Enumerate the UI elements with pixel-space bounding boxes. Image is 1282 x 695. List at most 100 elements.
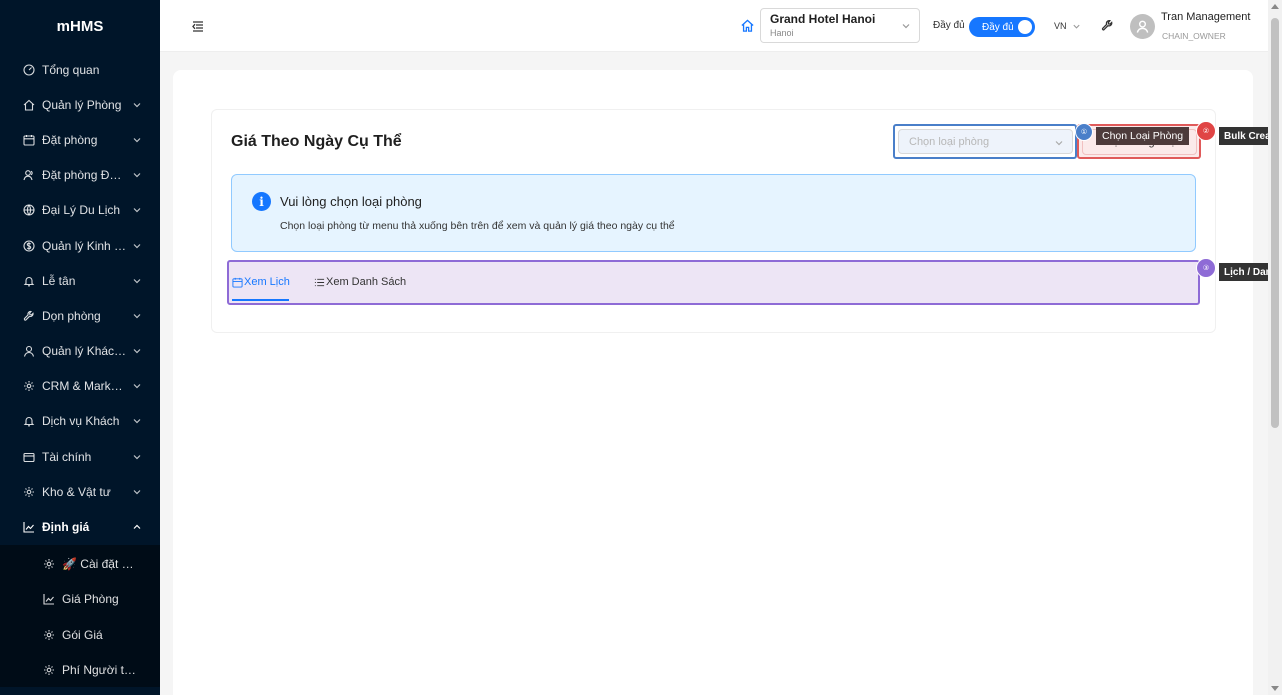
sidebar-item[interactable]: Lễ tân — [0, 263, 160, 298]
sidebar-subitem[interactable]: Gói Giá — [0, 617, 160, 652]
tab-label: Xem Lịch — [244, 276, 290, 288]
display-mode-label: Đầy đủ — [933, 20, 965, 31]
sidebar-item-label: CRM & Marketi... — [42, 379, 128, 394]
chevron-down-icon[interactable] — [1072, 22, 1081, 31]
sidebar-subitem[interactable]: Giá Phòng — [0, 582, 160, 617]
sidebar-item[interactable]: Quản lý Phòng — [0, 87, 160, 122]
sidebar-subitem-label: 🚀 Cài đặt Nh... — [62, 557, 142, 572]
tab-label: Xem Danh Sách — [326, 276, 407, 288]
calendar-icon — [22, 133, 35, 146]
top-header: Grand Hotel Hanoi Hanoi Đầy đủ Đầy đủ VN… — [160, 0, 1268, 52]
gear-icon — [42, 628, 55, 641]
tab-list-view[interactable]: Xem Danh Sách — [314, 276, 406, 288]
gear-icon — [43, 559, 54, 570]
sidebar-item-label: Tổng quan — [42, 62, 100, 77]
sidebar-subitem[interactable]: 🚀 Cài đặt Nh... — [0, 547, 160, 582]
user-avatar[interactable] — [1130, 14, 1155, 39]
chart-icon — [22, 521, 35, 534]
dollar-icon — [22, 239, 35, 252]
bell-icon — [23, 417, 34, 427]
scroll-up-arrow[interactable] — [1271, 4, 1279, 9]
sidebar-item[interactable]: Quản lý Khách ... — [0, 334, 160, 369]
user-icon — [22, 345, 35, 358]
bell-icon — [22, 274, 35, 287]
menu-collapse-icon[interactable] — [191, 19, 205, 33]
hotel-city: Hanoi — [770, 28, 794, 38]
sidebar-item-label: Tài chính — [42, 449, 92, 464]
app-logo[interactable]: mHMS — [0, 0, 160, 52]
sidebar-item-label: Lễ tân — [42, 273, 76, 288]
sidebar-item-label: Quản lý Phòng — [42, 97, 122, 112]
hotel-name: Grand Hotel Hanoi — [770, 12, 876, 26]
home-icon[interactable] — [740, 18, 755, 33]
guide-tooltip-bulk: Bulk Crea — [1219, 127, 1268, 145]
dashboard-icon — [22, 64, 35, 76]
sidebar-subitem[interactable]: Phí Người thêm — [0, 652, 160, 687]
alert-title: Vui lòng chọn loại phòng — [280, 194, 422, 209]
gear-icon — [42, 558, 55, 571]
sidebar-item-label: Đặt phòng Đoàn — [42, 168, 128, 183]
sidebar-item[interactable]: Kho & Vật tư — [0, 474, 160, 509]
sidebar-item[interactable]: CRM & Marketi... — [0, 369, 160, 404]
chart-icon — [42, 593, 55, 606]
chart-icon — [22, 522, 34, 533]
guide-badge-room[interactable]: ① — [1075, 123, 1093, 141]
gear-icon — [43, 664, 54, 675]
room-type-select[interactable]: Chọn loại phòng — [898, 129, 1073, 154]
sidebar-item[interactable]: Quản lý Kinh D... — [0, 228, 160, 263]
chevron-down-icon — [133, 384, 141, 389]
guide-tooltip-view: Lịch / Dan — [1219, 263, 1268, 281]
page-scrollbar[interactable] — [1268, 0, 1282, 695]
sidebar-item[interactable]: Đại Lý Du Lịch — [0, 193, 160, 228]
info-icon: i — [252, 192, 271, 211]
gear-icon — [22, 485, 35, 498]
gear-icon — [23, 381, 34, 392]
wallet-icon — [22, 450, 35, 463]
chevron-down-icon — [133, 349, 141, 354]
tool-icon[interactable] — [1101, 19, 1114, 32]
chevron-down-icon — [902, 24, 910, 29]
chevron-down-icon — [133, 278, 141, 284]
tab-calendar-view[interactable]: Xem Lịch — [232, 276, 290, 288]
sidebar-item[interactable]: Đặt phòng Đoàn — [0, 158, 160, 193]
active-tab-indicator — [232, 299, 289, 301]
sidebar-subitem-label: Giá Phòng — [62, 592, 119, 607]
calendar-icon — [22, 134, 35, 146]
hotel-select[interactable]: Grand Hotel Hanoi Hanoi — [760, 8, 920, 43]
user-name: Tran Management — [1161, 11, 1251, 23]
guide-tooltip-room: Chọn Loại Phòng — [1096, 127, 1190, 145]
gear-icon — [23, 486, 34, 497]
info-alert: i Vui lòng chọn loại phòng Chọn loại phò… — [231, 174, 1196, 252]
list-icon — [314, 278, 325, 286]
toggle-knob — [1018, 20, 1032, 34]
chevron-down-icon — [133, 102, 141, 108]
bell-icon — [22, 415, 35, 428]
chevron-down-icon — [133, 454, 141, 460]
chevron-down-icon — [133, 173, 141, 178]
sidebar-item-label: Dịch vụ Khách — [42, 414, 120, 429]
sidebar-item[interactable]: Tổng quan — [0, 52, 160, 87]
sidebar-item-pricing[interactable]: Định giá — [0, 509, 160, 544]
sidebar-subitem-label: Phí Người thêm — [62, 662, 142, 677]
room-select-highlight: Chọn loại phòng — [893, 124, 1077, 159]
user-icon — [1136, 20, 1149, 33]
chevron-down-icon — [133, 419, 141, 424]
sidebar-item-label: Đại Lý Du Lịch — [42, 203, 121, 218]
sidebar-item[interactable]: Tài chính — [0, 439, 160, 474]
sidebar-item[interactable]: Đặt phòng — [0, 122, 160, 157]
scroll-down-arrow[interactable] — [1271, 686, 1279, 691]
sidebar-subitem-label: Gói Giá — [62, 627, 103, 642]
view-tabs-highlight: Xem Lịch Xem Danh Sách — [227, 260, 1200, 305]
scroll-thumb[interactable] — [1271, 18, 1279, 428]
guide-badge-bulk[interactable]: ② — [1196, 121, 1216, 141]
language-select[interactable]: VN — [1054, 21, 1067, 31]
user-icon — [23, 346, 34, 357]
sidebar-item[interactable]: Dịch vụ Khách — [0, 404, 160, 439]
sidebar-item-label: Dọn phòng — [42, 308, 101, 323]
guide-badge-view[interactable]: ③ — [1196, 258, 1216, 278]
chevron-down-icon — [133, 138, 141, 143]
chevron-down-icon — [1055, 141, 1063, 146]
home-icon — [22, 98, 35, 111]
display-mode-toggle[interactable]: Đầy đủ — [969, 17, 1035, 37]
sidebar-item[interactable]: Dọn phòng — [0, 298, 160, 333]
